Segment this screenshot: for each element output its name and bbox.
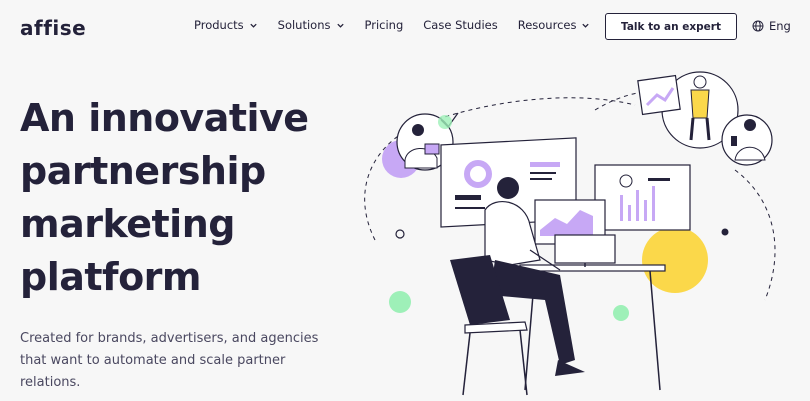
hero-title-line: platform bbox=[20, 255, 202, 299]
nav-item-label: Pricing bbox=[364, 18, 404, 32]
talk-to-expert-button[interactable]: Talk to an expert bbox=[605, 13, 737, 40]
nav-item-resources[interactable]: Resources bbox=[518, 18, 591, 32]
yellow-decor-circle bbox=[642, 227, 708, 293]
dashed-connector bbox=[734, 169, 776, 301]
hero-title-line: marketing bbox=[20, 202, 235, 246]
top-navigation: affise Products Solutions Pricing Case S… bbox=[0, 0, 810, 56]
nav-item-solutions[interactable]: Solutions bbox=[278, 18, 345, 32]
green-decor-circle bbox=[613, 305, 629, 321]
hero-title-line: partnership bbox=[20, 149, 266, 193]
nav-item-products[interactable]: Products bbox=[194, 18, 258, 32]
hero-title: An innovative partnership marketing plat… bbox=[20, 92, 360, 304]
chevron-down-icon bbox=[582, 23, 590, 28]
globe-icon bbox=[752, 20, 764, 32]
dashboard-panel-right bbox=[594, 164, 691, 231]
main-nav: Products Solutions Pricing Case Studies … bbox=[194, 18, 590, 32]
chevron-down-icon bbox=[336, 23, 344, 28]
nav-item-label: Solutions bbox=[277, 18, 331, 32]
nav-item-label: Case Studies bbox=[423, 18, 498, 32]
hero-illustration bbox=[364, 71, 776, 396]
nav-item-label: Resources bbox=[517, 18, 577, 32]
language-selector[interactable]: Eng bbox=[752, 19, 791, 33]
green-decor-circle bbox=[389, 291, 411, 313]
hero-subtitle: Created for brands, advertisers, and age… bbox=[20, 331, 319, 390]
nav-item-case-studies[interactable]: Case Studies bbox=[423, 18, 497, 32]
decor-dot bbox=[721, 228, 729, 236]
page: affise Products Solutions Pricing Case S… bbox=[0, 0, 810, 401]
language-label: Eng bbox=[769, 19, 791, 33]
avatar-man-phone bbox=[721, 114, 773, 166]
nav-item-pricing[interactable]: Pricing bbox=[365, 18, 404, 32]
nav-item-label: Products bbox=[194, 18, 244, 32]
chevron-down-icon bbox=[250, 23, 257, 28]
hero-title-line: An innovative bbox=[20, 96, 309, 140]
affise-logo[interactable]: affise bbox=[20, 16, 86, 40]
decor-dot bbox=[395, 229, 405, 239]
